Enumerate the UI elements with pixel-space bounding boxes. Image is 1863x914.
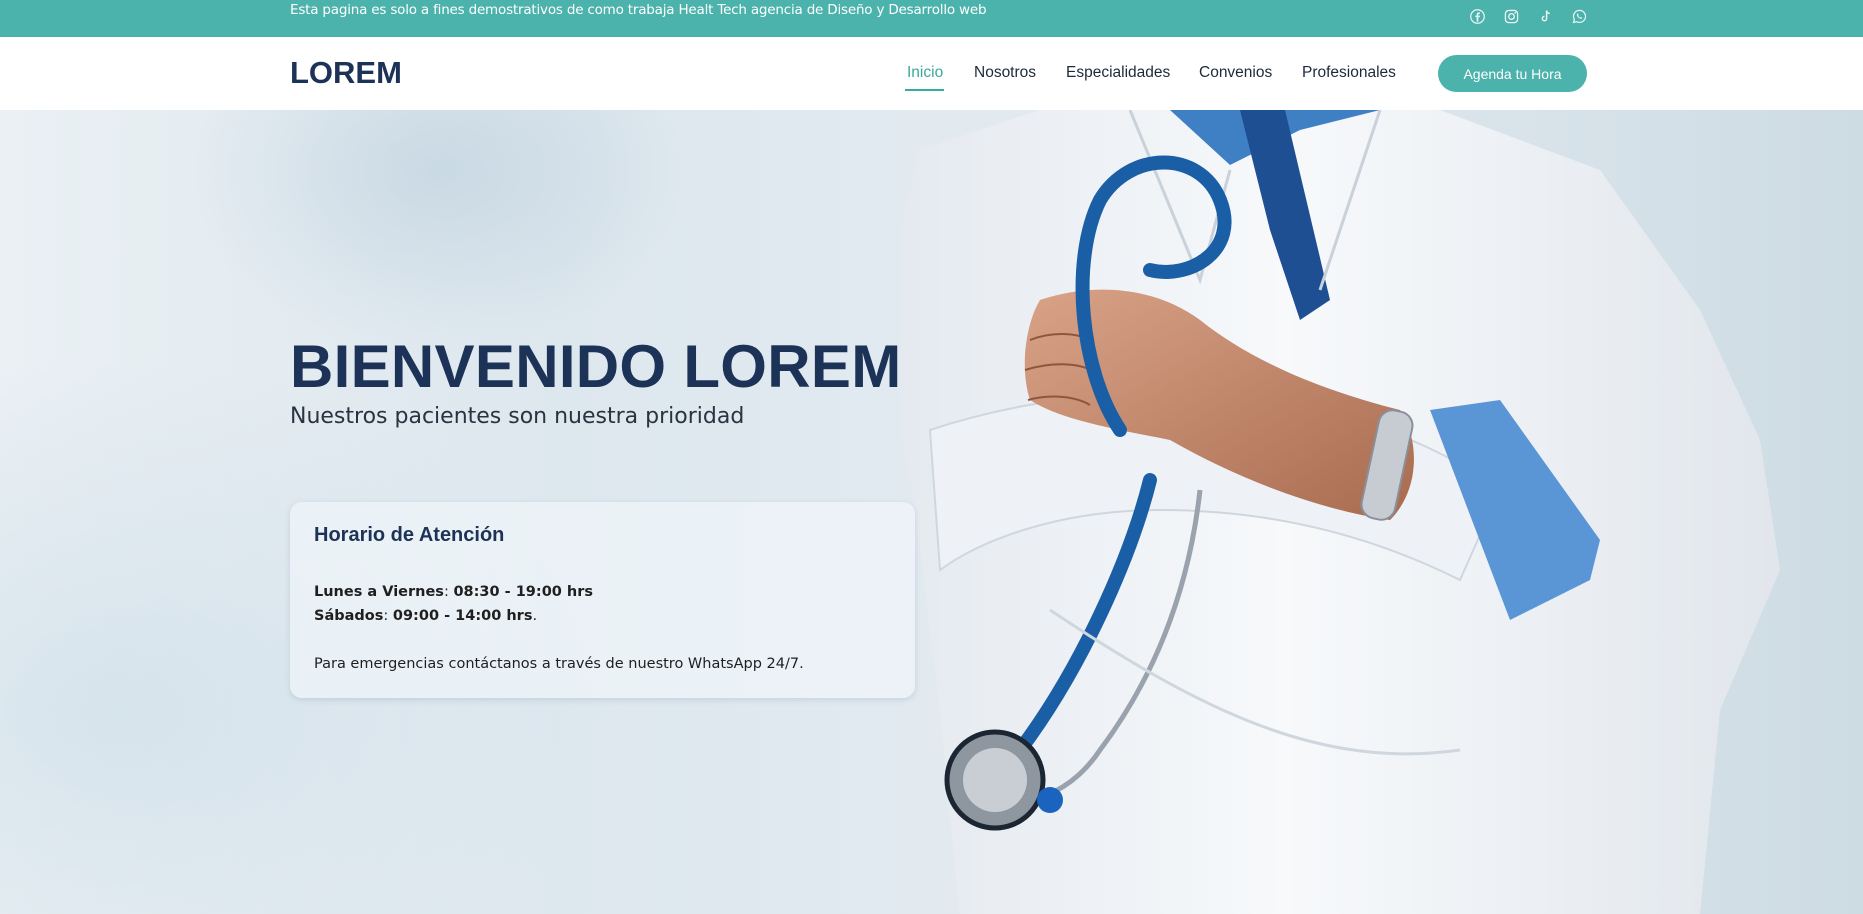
nav-item-profesionales[interactable]: Profesionales (1302, 64, 1396, 82)
demo-notice-text: Esta pagina es solo a fines demostrativo… (290, 2, 987, 18)
hero-subtitle: Nuestros pacientes son nuestra prioridad (290, 404, 745, 429)
facebook-icon[interactable] (1469, 8, 1485, 24)
main-navbar: LOREM Inicio Nosotros Especialidades Con… (0, 37, 1863, 110)
nav-item-especialidades[interactable]: Especialidades (1066, 64, 1170, 82)
weekdays-hours: 08:30 - 19:00 hrs (453, 584, 594, 600)
nav-item-nosotros[interactable]: Nosotros (974, 64, 1036, 82)
weekdays-label: Lunes a Viernes (314, 584, 444, 600)
tiktok-icon[interactable] (1537, 8, 1553, 24)
schedule-title: Horario de Atención (314, 524, 505, 546)
top-notice-bar: Esta pagina es solo a fines demostrativo… (0, 0, 1863, 37)
nav-active-indicator (905, 89, 944, 91)
hero-section: BIENVENIDO LOREM Nuestros pacientes son … (0, 110, 1863, 914)
instagram-icon[interactable] (1503, 8, 1519, 24)
hero-title: BIENVENIDO LOREM (290, 333, 902, 400)
nav-item-convenios[interactable]: Convenios (1199, 64, 1272, 82)
saturday-hours: 09:00 - 14:00 hrs (392, 608, 533, 624)
schedule-weekdays: Lunes a Viernes: 08:30 - 19:00 hrs (314, 584, 594, 600)
schedule-saturday: Sábados: 09:00 - 14:00 hrs. (314, 608, 538, 624)
nav-item-inicio[interactable]: Inicio (907, 64, 943, 82)
site-logo[interactable]: LOREM (290, 55, 402, 91)
doctor-with-stethoscope-photo (900, 110, 1863, 914)
schedule-card: Horario de Atención Lunes a Viernes: 08:… (290, 502, 915, 698)
book-appointment-button[interactable]: Agenda tu Hora (1438, 55, 1587, 92)
emergency-note: Para emergencias contáctanos a través de… (314, 656, 804, 672)
whatsapp-icon[interactable] (1571, 8, 1587, 24)
saturday-label: Sábados (314, 608, 384, 624)
